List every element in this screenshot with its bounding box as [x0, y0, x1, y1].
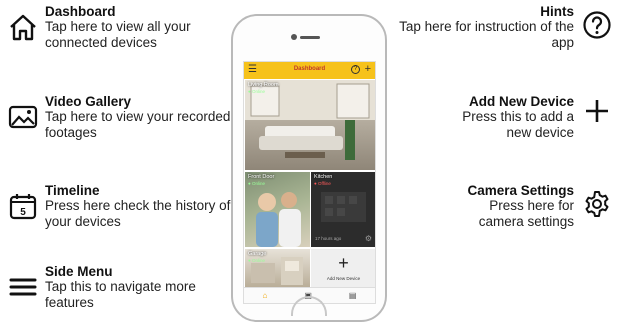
- callout-add-new-device: Add New Device Press this to add a new d…: [454, 94, 612, 141]
- callout-camera-settings: Camera Settings Press here for camera se…: [449, 183, 612, 230]
- video-gallery-title: Video Gallery: [45, 94, 132, 109]
- callout-hints: Hints Tap here for instruction of the ap…: [389, 4, 612, 51]
- gallery-icon: [8, 105, 38, 129]
- callout-dashboard: Dashboard Tap here to view all your conn…: [8, 4, 245, 51]
- tile-status: ● Offline: [314, 181, 331, 186]
- phone-camera: [291, 34, 297, 40]
- app-header: ☰ Dashboard ? +: [244, 62, 375, 79]
- hints-text: Tap here for instruction of the app: [399, 19, 574, 50]
- tab-timeline-icon[interactable]: ▤: [349, 291, 357, 300]
- phone-mockup: ☰ Dashboard ? + Living Room ● Online Fro…: [231, 14, 387, 322]
- tile-settings-icon[interactable]: ⚙: [365, 234, 372, 243]
- tile-label: Front Door: [248, 174, 275, 180]
- add-device-plus-icon: +: [338, 253, 349, 273]
- timeline-text: Press here check the history of your dev…: [45, 198, 231, 229]
- calendar-number: 5: [20, 207, 26, 218]
- tile-timestamp: 17 hours ago: [315, 236, 342, 241]
- app-add-icon[interactable]: +: [365, 63, 371, 76]
- dashboard-title: Dashboard: [45, 4, 116, 19]
- menu-icon: [9, 278, 37, 296]
- tile-label: Living Room: [248, 82, 279, 88]
- tile-label: Kitchen: [314, 174, 333, 180]
- camera-tile-front-door[interactable]: Front Door ● Online: [245, 172, 310, 247]
- timeline-title: Timeline: [45, 183, 100, 198]
- phone-speaker: [300, 36, 320, 39]
- tile-status: ● Online: [248, 181, 265, 186]
- camera-settings-text: Press here for camera settings: [478, 198, 574, 229]
- camera-tile-garage[interactable]: Garage ● Online: [245, 249, 310, 289]
- dashboard-text: Tap here to view all your connected devi…: [45, 19, 191, 50]
- callout-video-gallery: Video Gallery Tap here to view your reco…: [8, 94, 245, 141]
- calendar-icon: 5: [9, 194, 37, 220]
- hints-title: Hints: [540, 4, 574, 19]
- tab-home-icon[interactable]: ⌂: [263, 291, 268, 300]
- side-menu-title: Side Menu: [45, 264, 113, 279]
- video-gallery-text: Tap here to view your recorded footages: [45, 109, 231, 140]
- tile-status: ● Online: [248, 89, 265, 94]
- add-new-device-text: Press this to add a new device: [462, 109, 574, 140]
- side-menu-text: Tap this to navigate more features: [45, 279, 196, 310]
- home-icon: [10, 14, 36, 41]
- app-screen: ☰ Dashboard ? + Living Room ● Online Fro…: [243, 61, 376, 304]
- app-help-icon[interactable]: ?: [351, 65, 360, 74]
- tile-label: Garage: [248, 251, 267, 257]
- add-device-tile[interactable]: + Add New Device: [311, 249, 375, 289]
- add-new-device-title: Add New Device: [468, 94, 574, 109]
- camera-tile-living-room[interactable]: Living Room ● Online: [245, 80, 375, 170]
- gear-icon: [585, 191, 609, 217]
- add-device-label: Add New Device: [326, 276, 361, 281]
- tile-status: ● Online: [248, 258, 265, 263]
- callout-timeline: 5 Timeline Press here check the history …: [8, 183, 245, 230]
- plus-icon: [586, 100, 608, 122]
- callout-side-menu: Side Menu Tap this to navigate more feat…: [8, 264, 245, 311]
- camera-tile-kitchen[interactable]: Kitchen ● Offline 17 hours ago ⚙: [311, 172, 375, 247]
- help-icon: [583, 11, 611, 39]
- camera-settings-title: Camera Settings: [467, 183, 574, 198]
